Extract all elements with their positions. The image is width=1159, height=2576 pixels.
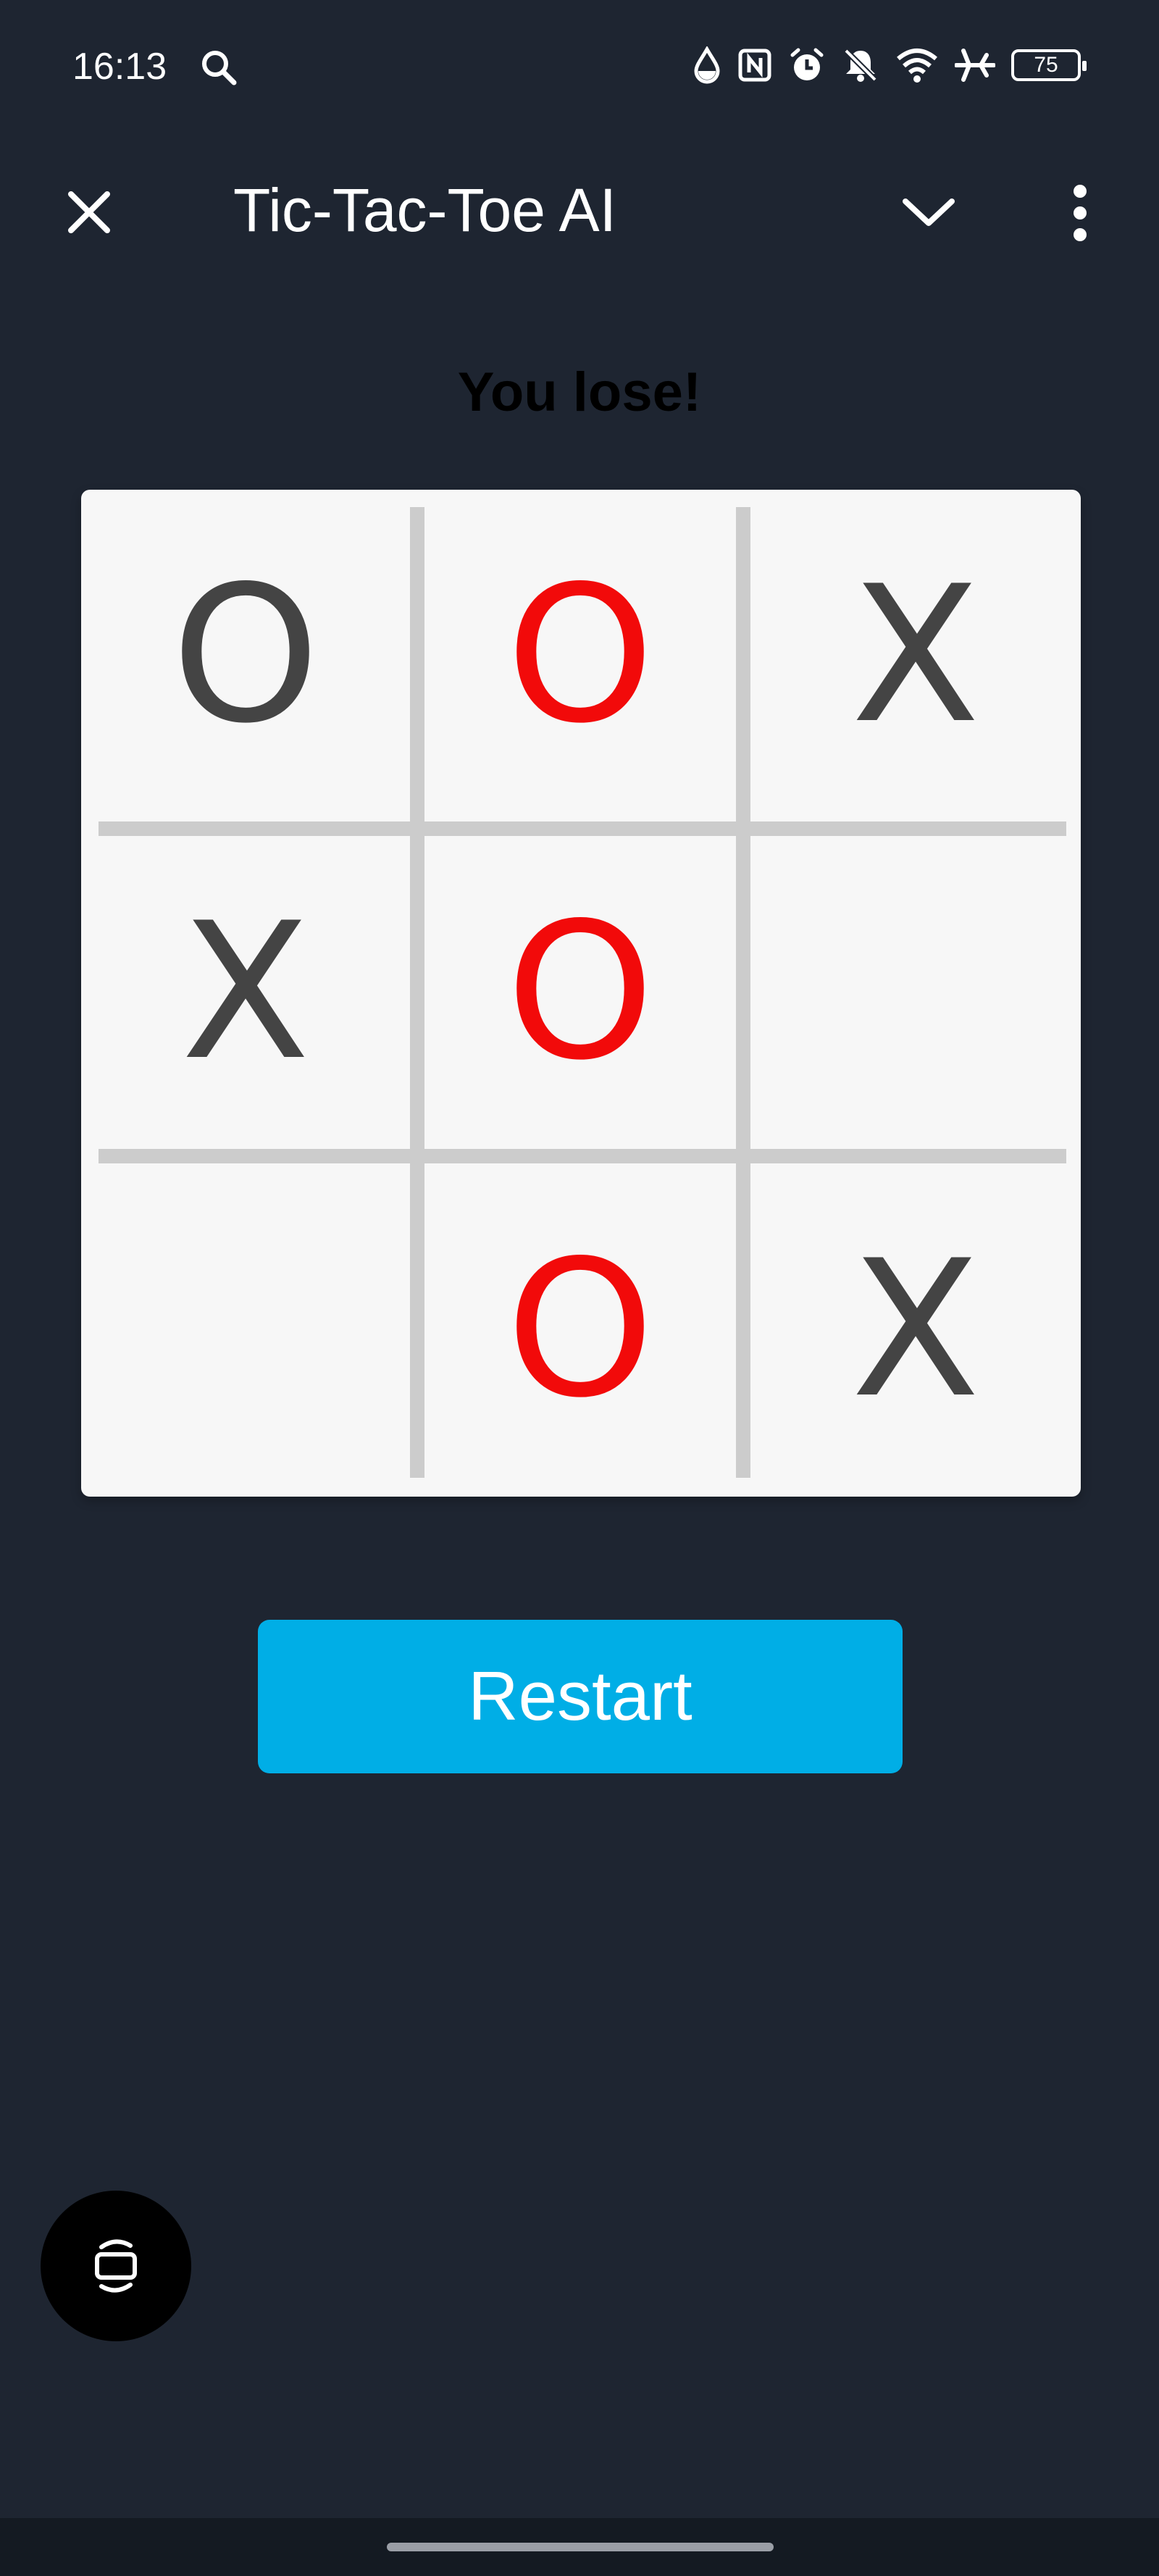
status-icons: 75 bbox=[693, 42, 1087, 88]
board-cell-0-1[interactable]: O bbox=[424, 490, 736, 821]
board-cell-0-2[interactable]: X bbox=[750, 490, 1081, 821]
wifi-icon bbox=[895, 47, 939, 83]
board-cell-2-1[interactable]: O bbox=[424, 1163, 736, 1497]
screen-rotate-icon bbox=[95, 2239, 137, 2293]
grid-line-horizontal bbox=[99, 1149, 1066, 1163]
grid-line-vertical bbox=[736, 507, 750, 1478]
grid-line-horizontal bbox=[99, 821, 1066, 836]
close-icon bbox=[68, 191, 110, 233]
more-options-button[interactable] bbox=[1049, 178, 1111, 248]
alarm-icon bbox=[788, 46, 826, 84]
board-cell-0-0[interactable]: O bbox=[81, 490, 410, 821]
grid-line-vertical bbox=[410, 507, 424, 1478]
nfc-icon bbox=[737, 48, 772, 83]
status-bar: 16:13 75 bbox=[0, 0, 1159, 138]
battery-icon: 75 bbox=[1011, 49, 1087, 81]
bell-off-icon bbox=[842, 46, 879, 84]
board-cell-1-1[interactable]: O bbox=[424, 836, 736, 1149]
screen-rotate-button[interactable] bbox=[41, 2191, 191, 2341]
game-status-message: You lose! bbox=[457, 361, 702, 423]
water-drop-icon bbox=[693, 46, 721, 84]
airplane-icon bbox=[955, 46, 995, 84]
game-board: O O X X O O X bbox=[81, 490, 1081, 1497]
gesture-handle[interactable] bbox=[387, 2543, 774, 2551]
status-time: 16:13 bbox=[72, 46, 167, 88]
chevron-down-icon bbox=[903, 198, 955, 226]
restart-button[interactable]: Restart bbox=[258, 1620, 903, 1773]
board-cell-2-0[interactable] bbox=[81, 1163, 410, 1497]
close-button[interactable] bbox=[58, 181, 120, 243]
search-icon bbox=[199, 48, 238, 87]
app-title: Tic-Tac-Toe AI bbox=[233, 176, 617, 244]
more-vert-icon bbox=[1074, 185, 1087, 241]
board-cell-2-2[interactable]: X bbox=[750, 1163, 1081, 1497]
app-bar: Tic-Tac-Toe AI bbox=[0, 138, 1159, 283]
board-cell-1-0[interactable]: X bbox=[81, 836, 410, 1149]
board-cell-1-2[interactable] bbox=[750, 836, 1081, 1149]
collapse-button[interactable] bbox=[894, 181, 963, 243]
